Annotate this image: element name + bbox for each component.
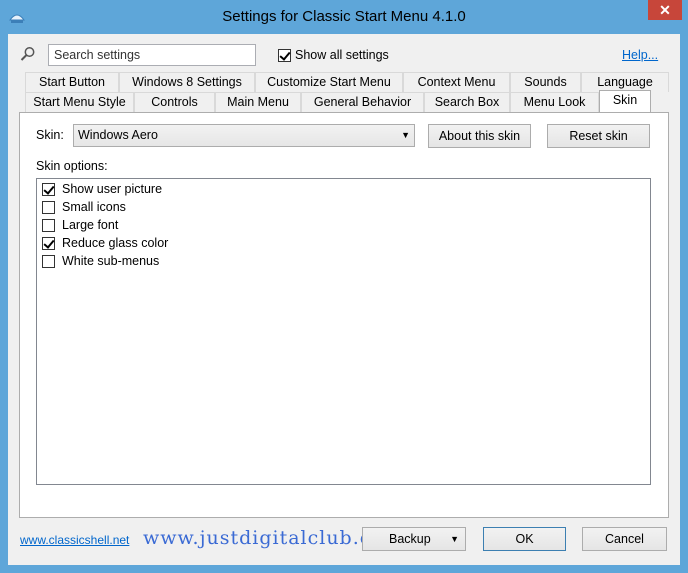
option-label: Small icons bbox=[62, 200, 126, 214]
tab-sounds[interactable]: Sounds bbox=[510, 72, 581, 92]
option-checkbox[interactable] bbox=[42, 218, 55, 232]
option-show-user-picture[interactable]: Show user picture bbox=[42, 182, 162, 196]
tab-controls[interactable]: Controls bbox=[134, 92, 215, 112]
option-checkbox[interactable] bbox=[42, 182, 55, 196]
skin-label: Skin: bbox=[36, 128, 64, 142]
backup-label: Backup bbox=[389, 532, 431, 546]
search-icon bbox=[20, 47, 35, 61]
settings-window: Settings for Classic Start Menu 4.1.0 ✕ … bbox=[0, 0, 688, 573]
title-bar[interactable]: Settings for Classic Start Menu 4.1.0 ✕ bbox=[0, 0, 688, 34]
tab-language[interactable]: Language bbox=[581, 72, 669, 92]
search-input[interactable] bbox=[48, 44, 256, 66]
tab-general-behavior[interactable]: General Behavior bbox=[301, 92, 424, 112]
about-skin-button[interactable]: About this skin bbox=[428, 124, 531, 148]
skin-options-list: Show user picture Small icons Large font… bbox=[36, 178, 651, 485]
tab-start-menu-style[interactable]: Start Menu Style bbox=[25, 92, 134, 112]
tab-main-menu[interactable]: Main Menu bbox=[215, 92, 301, 112]
close-button[interactable]: ✕ bbox=[648, 0, 682, 20]
skin-select[interactable]: Windows Aero ▼ bbox=[73, 124, 415, 147]
option-label: Large font bbox=[62, 218, 119, 232]
option-checkbox[interactable] bbox=[42, 200, 55, 214]
option-small-icons[interactable]: Small icons bbox=[42, 200, 126, 214]
reset-skin-button[interactable]: Reset skin bbox=[547, 124, 650, 148]
option-large-font[interactable]: Large font bbox=[42, 218, 118, 232]
option-reduce-glass-color[interactable]: Reduce glass color bbox=[42, 236, 168, 250]
tab-context-menu[interactable]: Context Menu bbox=[403, 72, 510, 92]
skin-panel: Skin: Windows Aero ▼ About this skin Res… bbox=[19, 112, 669, 518]
window-title: Settings for Classic Start Menu 4.1.0 bbox=[222, 8, 466, 25]
tab-menu-look[interactable]: Menu Look bbox=[510, 92, 599, 112]
client-area: Show all settings Help... Start Button W… bbox=[8, 34, 680, 565]
dropdown-arrow-icon: ▼ bbox=[450, 534, 459, 544]
cancel-button[interactable]: Cancel bbox=[582, 527, 667, 551]
option-label: Reduce glass color bbox=[62, 236, 169, 250]
option-white-sub-menus[interactable]: White sub-menus bbox=[42, 254, 159, 268]
chevron-down-icon: ▼ bbox=[401, 130, 410, 140]
ok-button[interactable]: OK bbox=[483, 527, 566, 551]
help-link[interactable]: Help... bbox=[622, 48, 658, 62]
tab-skin[interactable]: Skin bbox=[599, 90, 651, 112]
tab-customize-start-menu[interactable]: Customize Start Menu bbox=[255, 72, 403, 92]
option-label: White sub-menus bbox=[62, 254, 160, 268]
skin-select-value: Windows Aero bbox=[78, 128, 158, 142]
tab-start-button[interactable]: Start Button bbox=[25, 72, 119, 92]
classicshell-link[interactable]: www.classicshell.net bbox=[20, 533, 129, 547]
option-checkbox[interactable] bbox=[42, 254, 55, 268]
show-all-label: Show all settings bbox=[295, 48, 389, 62]
show-all-settings[interactable]: Show all settings bbox=[278, 48, 389, 62]
show-all-checkbox[interactable] bbox=[278, 48, 291, 62]
skin-options-label: Skin options: bbox=[36, 159, 108, 173]
tab-windows8-settings[interactable]: Windows 8 Settings bbox=[119, 72, 255, 92]
option-checkbox[interactable] bbox=[42, 236, 55, 250]
option-label: Show user picture bbox=[62, 182, 163, 196]
tab-search-box[interactable]: Search Box bbox=[424, 92, 510, 112]
backup-button[interactable]: Backup ▼ bbox=[362, 527, 466, 551]
